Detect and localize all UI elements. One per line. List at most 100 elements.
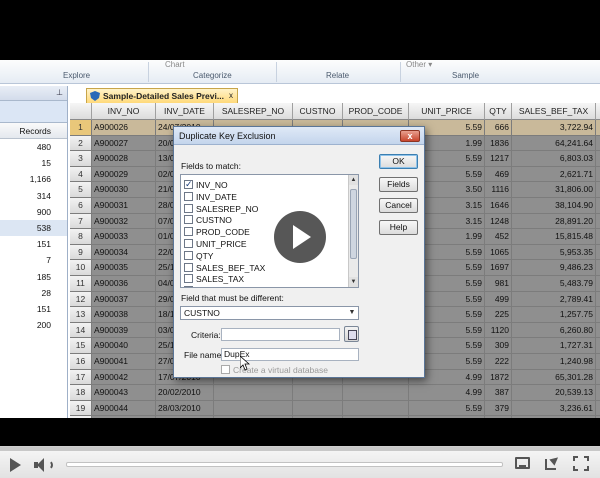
play-overlay-button[interactable] [274,211,326,263]
ok-button[interactable]: OK [379,154,418,169]
table-cell[interactable]: 1065 [485,244,512,261]
table-cell[interactable] [214,400,293,417]
table-cell[interactable]: 1165 [485,416,512,418]
column-header[interactable]: QTY [485,103,512,120]
table-cell[interactable]: 6,312.35 [512,416,596,418]
table-cell[interactable]: A900040 [92,338,156,354]
criteria-input[interactable] [221,328,340,341]
field-checkbox-item[interactable]: PROD_CODE [184,226,250,238]
table-cell[interactable]: 1120 [485,322,512,339]
table-cell[interactable]: 469 [485,166,512,183]
records-list-item[interactable]: 538 [0,219,67,237]
table-cell[interactable]: 225 [485,307,512,323]
column-header[interactable]: INV_NO [92,103,156,120]
column-header[interactable] [70,103,92,120]
row-number[interactable]: 17 [70,369,92,386]
table-cell[interactable]: 28,891.20 [512,213,596,230]
table-cell[interactable]: 97 [596,416,600,418]
table-cell[interactable]: 5.59 [409,416,485,418]
table-cell[interactable]: 38,104.90 [512,198,596,214]
row-number[interactable]: 1 [70,120,92,136]
table-cell[interactable]: 2,621.71 [512,166,596,183]
ribbon-other-item[interactable]: Other ▾ [406,60,432,69]
table-cell[interactable]: 5,953.35 [512,244,596,261]
checkbox-box[interactable] [184,286,193,287]
cancel-button[interactable]: Cancel [379,198,418,213]
row-number[interactable]: 15 [70,338,92,354]
records-list-item[interactable]: 28 [0,285,67,301]
table-cell[interactable]: 64,241.64 [512,135,596,152]
row-number[interactable]: 10 [70,260,92,276]
table-cell[interactable]: 41 [596,292,600,308]
table-cell[interactable]: 1,02 [596,151,600,167]
ribbon-chart-item[interactable]: Chart [165,60,185,69]
table-cell[interactable]: 4,33 [596,214,600,230]
table-cell[interactable]: 89 [596,245,600,261]
table-cell[interactable] [214,385,293,401]
table-cell[interactable]: A900045 [92,416,156,418]
fields-button[interactable]: Fields [379,177,418,192]
table-cell[interactable]: 93 [596,323,600,339]
table-cell[interactable]: 5,71 [596,198,600,214]
table-cell[interactable]: 499 [485,291,512,308]
table-cell[interactable]: 21464 [293,416,343,418]
table-row[interactable]: 19A90004428/03/2010 5.593793,236.6148 [70,400,600,417]
field-checkbox-item[interactable]: QTY [184,250,213,262]
row-number[interactable]: 12 [70,291,92,308]
field-checkbox-item[interactable]: INV_DATE [184,191,237,203]
table-cell[interactable]: 31,806.00 [512,182,596,198]
table-cell[interactable]: A900027 [92,135,156,152]
volume-slider[interactable] [66,462,503,467]
table-cell[interactable]: 102 [214,416,293,418]
table-cell[interactable]: 28/03/2010 [156,400,214,417]
table-cell[interactable]: 2,37 [596,229,600,245]
fullscreen-icon[interactable] [573,456,589,471]
table-cell[interactable]: 3,236.61 [512,400,596,417]
field-checkbox-item[interactable]: INV_NO [184,178,228,191]
checkbox-box[interactable] [184,203,193,213]
checkbox-box[interactable] [184,262,193,272]
expression-builder-icon[interactable] [344,326,359,342]
table-cell[interactable]: 65,301.28 [512,369,596,386]
table-cell[interactable]: A900030 [92,182,156,198]
row-number[interactable]: 11 [70,276,92,292]
table-cell[interactable]: 1,240.98 [512,354,596,370]
column-header[interactable]: SALES_... [596,103,600,120]
records-list-item[interactable]: 15 [0,155,67,171]
table-cell[interactable] [293,385,343,401]
table-cell[interactable]: 20/02/2010 [156,385,214,401]
table-cell[interactable]: 1,257.75 [512,307,596,323]
checkbox-box[interactable] [184,239,193,248]
tab-close-icon[interactable]: x [229,89,233,103]
fields-scrollbar[interactable]: ▲ ▼ [348,175,358,287]
column-header[interactable]: SALESREP_NO [214,103,293,120]
table-cell[interactable] [293,400,343,417]
table-cell[interactable]: 4.99 [409,385,485,401]
checkbox-box[interactable] [184,191,193,201]
table-cell[interactable]: 39 [596,167,600,183]
table-cell[interactable]: 6,803.03 [512,151,596,167]
row-number[interactable]: 8 [70,229,92,245]
row-number[interactable]: 13 [70,307,92,323]
volume-icon[interactable] [34,457,56,473]
table-cell[interactable]: 387 [485,385,512,401]
table-cell[interactable]: 05 [343,416,409,418]
row-number[interactable]: 7 [70,213,92,230]
table-cell[interactable] [343,385,409,401]
table-cell[interactable]: 15,815.48 [512,229,596,245]
popout-icon[interactable] [545,456,561,471]
progress-bar[interactable] [0,447,600,451]
checkbox-box[interactable] [221,365,230,374]
table-cell[interactable]: 5.59 [409,400,485,417]
records-column-header[interactable]: Records [0,123,67,139]
field-checkbox-item[interactable]: SALES_BEF_TAX [184,262,265,274]
column-header[interactable]: PROD_CODE [343,103,409,120]
table-cell[interactable]: A900042 [92,369,156,386]
table-cell[interactable] [343,400,409,417]
table-cell[interactable]: 1217 [485,151,512,167]
table-cell[interactable]: A900028 [92,151,156,167]
table-cell[interactable]: 309 [485,338,512,354]
row-number[interactable]: 16 [70,354,92,370]
row-number[interactable]: 18 [70,385,92,401]
table-cell[interactable]: 9,486.23 [512,260,596,276]
